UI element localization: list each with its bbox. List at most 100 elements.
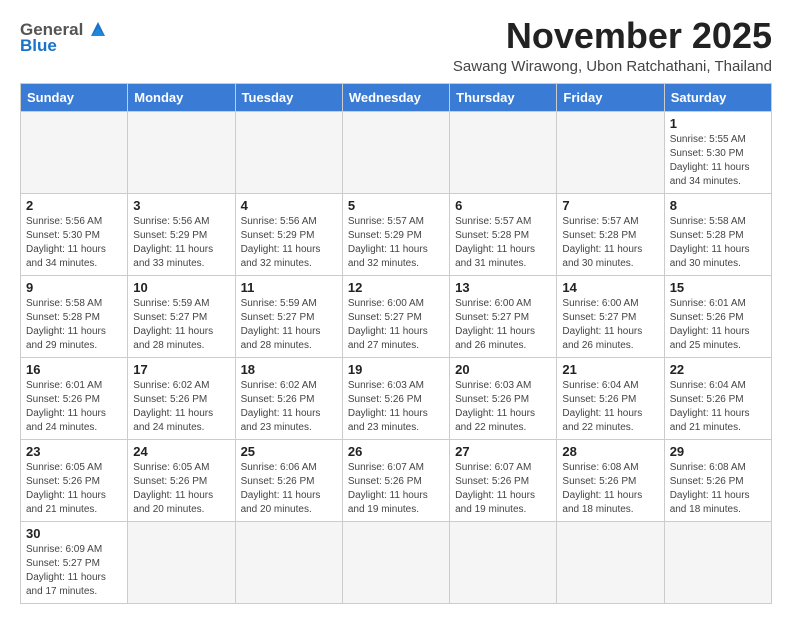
day-info: Sunrise: 5:56 AMSunset: 5:30 PMDaylight:…: [26, 215, 122, 271]
day-number: 4: [241, 198, 337, 213]
day-info: Sunrise: 6:07 AMSunset: 5:26 PMDaylight:…: [455, 461, 551, 517]
weekday-header-friday: Friday: [557, 83, 664, 111]
calendar-cell: [128, 111, 235, 193]
calendar-cell: 8Sunrise: 5:58 AMSunset: 5:28 PMDaylight…: [664, 193, 771, 275]
calendar-cell: 19 Sunrise: 6:03 AMSunset: 5:26 PMDayligh…: [342, 357, 449, 439]
day-number: 23: [26, 444, 122, 459]
calendar-cell: 22 Sunrise: 6:04 AMSunset: 5:26 PMDayligh…: [664, 357, 771, 439]
day-number: 19: [348, 362, 444, 377]
calendar-cell: 20Sunrise: 6:03 AMSunset: 5:26 PMDayligh…: [450, 357, 557, 439]
weekday-header-thursday: Thursday: [450, 83, 557, 111]
calendar-cell: [128, 521, 235, 603]
day-info: Sunrise: 6:08 AMSunset: 5:26 PMDaylight:…: [562, 461, 658, 517]
logo-area: General Blue: [20, 16, 130, 71]
weekday-header-sunday: Sunday: [21, 83, 128, 111]
day-info: Sunrise: 5:59 AMSunset: 5:27 PMDaylight:…: [133, 297, 229, 353]
day-number: 2: [26, 198, 122, 213]
calendar-table: SundayMondayTuesdayWednesdayThursdayFrid…: [20, 83, 772, 604]
day-number: 15: [670, 280, 766, 295]
day-info: Sunrise: 5:57 AMSunset: 5:28 PMDaylight:…: [562, 215, 658, 271]
day-number: 12: [348, 280, 444, 295]
day-info: Sunrise: 6:01 AMSunset: 5:26 PMDaylight:…: [670, 297, 766, 353]
calendar-cell: 16 Sunrise: 6:01 AMSunset: 5:26 PMDayligh…: [21, 357, 128, 439]
header: General Blue November 2025 Sawang Wirawo…: [20, 16, 772, 75]
day-info: Sunrise: 6:00 AMSunset: 5:27 PMDaylight:…: [455, 297, 551, 353]
day-info: Sunrise: 5:56 AMSunset: 5:29 PMDaylight:…: [241, 215, 337, 271]
day-info: Sunrise: 5:57 AMSunset: 5:29 PMDaylight:…: [348, 215, 444, 271]
calendar-cell: 29Sunrise: 6:08 AMSunset: 5:26 PMDayligh…: [664, 439, 771, 521]
day-number: 26: [348, 444, 444, 459]
day-number: 21: [562, 362, 658, 377]
calendar-week-row: 30 Sunrise: 6:09 AMSunset: 5:27 PMDayligh…: [21, 521, 772, 603]
day-number: 18: [241, 362, 337, 377]
weekday-header-tuesday: Tuesday: [235, 83, 342, 111]
day-number: 6: [455, 198, 551, 213]
day-info: Sunrise: 6:06 AMSunset: 5:26 PMDaylight:…: [241, 461, 337, 517]
calendar-cell: [450, 521, 557, 603]
calendar-cell: [557, 521, 664, 603]
day-number: 29: [670, 444, 766, 459]
day-info: Sunrise: 5:58 AMSunset: 5:28 PMDaylight:…: [670, 215, 766, 271]
subtitle: Sawang Wirawong, Ubon Ratchathani, Thail…: [453, 58, 772, 75]
calendar-cell: 18Sunrise: 6:02 AMSunset: 5:26 PMDayligh…: [235, 357, 342, 439]
calendar-cell: [235, 521, 342, 603]
day-number: 3: [133, 198, 229, 213]
weekday-header-row: SundayMondayTuesdayWednesdayThursdayFrid…: [21, 83, 772, 111]
day-info: Sunrise: 5:59 AMSunset: 5:27 PMDaylight:…: [241, 297, 337, 353]
calendar-cell: 13 Sunrise: 6:00 AMSunset: 5:27 PMDayligh…: [450, 275, 557, 357]
day-number: 5: [348, 198, 444, 213]
day-number: 14: [562, 280, 658, 295]
title-area: November 2025 Sawang Wirawong, Ubon Ratc…: [453, 16, 772, 75]
calendar-cell: 2 Sunrise: 5:56 AMSunset: 5:30 PMDaylight…: [21, 193, 128, 275]
day-info: Sunrise: 5:58 AMSunset: 5:28 PMDaylight:…: [26, 297, 122, 353]
day-info: Sunrise: 5:56 AMSunset: 5:29 PMDaylight:…: [133, 215, 229, 271]
day-number: 22: [670, 362, 766, 377]
calendar-cell: 15 Sunrise: 6:01 AMSunset: 5:26 PMDayligh…: [664, 275, 771, 357]
day-number: 11: [241, 280, 337, 295]
day-number: 13: [455, 280, 551, 295]
day-info: Sunrise: 6:04 AMSunset: 5:26 PMDaylight:…: [670, 379, 766, 435]
day-number: 10: [133, 280, 229, 295]
calendar-cell: [557, 111, 664, 193]
calendar-week-row: 23 Sunrise: 6:05 AMSunset: 5:26 PMDayligh…: [21, 439, 772, 521]
calendar-cell: [450, 111, 557, 193]
calendar-cell: 4 Sunrise: 5:56 AMSunset: 5:29 PMDaylight…: [235, 193, 342, 275]
calendar-week-row: 1Sunrise: 5:55 AMSunset: 5:30 PMDaylight…: [21, 111, 772, 193]
day-info: Sunrise: 6:05 AMSunset: 5:26 PMDaylight:…: [26, 461, 122, 517]
weekday-header-saturday: Saturday: [664, 83, 771, 111]
calendar-cell: [21, 111, 128, 193]
day-number: 9: [26, 280, 122, 295]
day-info: Sunrise: 6:03 AMSunset: 5:26 PMDaylight:…: [348, 379, 444, 435]
day-info: Sunrise: 5:57 AMSunset: 5:28 PMDaylight:…: [455, 215, 551, 271]
day-number: 25: [241, 444, 337, 459]
day-number: 1: [670, 116, 766, 131]
calendar-cell: 10 Sunrise: 5:59 AMSunset: 5:27 PMDayligh…: [128, 275, 235, 357]
calendar-cell: 11 Sunrise: 5:59 AMSunset: 5:27 PMDayligh…: [235, 275, 342, 357]
day-number: 30: [26, 526, 122, 541]
day-number: 7: [562, 198, 658, 213]
calendar-cell: 6 Sunrise: 5:57 AMSunset: 5:28 PMDaylight…: [450, 193, 557, 275]
weekday-header-wednesday: Wednesday: [342, 83, 449, 111]
day-number: 27: [455, 444, 551, 459]
calendar-week-row: 9 Sunrise: 5:58 AMSunset: 5:28 PMDaylight…: [21, 275, 772, 357]
calendar-cell: 3 Sunrise: 5:56 AMSunset: 5:29 PMDaylight…: [128, 193, 235, 275]
calendar-cell: 24Sunrise: 6:05 AMSunset: 5:26 PMDayligh…: [128, 439, 235, 521]
logo-container: General Blue: [20, 20, 109, 56]
logo-blue-text: Blue: [20, 36, 57, 56]
calendar-cell: 14Sunrise: 6:00 AMSunset: 5:27 PMDayligh…: [557, 275, 664, 357]
calendar-cell: [664, 521, 771, 603]
day-info: Sunrise: 6:09 AMSunset: 5:27 PMDaylight:…: [26, 543, 122, 599]
day-info: Sunrise: 6:00 AMSunset: 5:27 PMDaylight:…: [348, 297, 444, 353]
calendar-cell: 9 Sunrise: 5:58 AMSunset: 5:28 PMDaylight…: [21, 275, 128, 357]
day-number: 24: [133, 444, 229, 459]
calendar-cell: 1Sunrise: 5:55 AMSunset: 5:30 PMDaylight…: [664, 111, 771, 193]
calendar-cell: 21Sunrise: 6:04 AMSunset: 5:26 PMDayligh…: [557, 357, 664, 439]
day-info: Sunrise: 6:01 AMSunset: 5:26 PMDaylight:…: [26, 379, 122, 435]
calendar-cell: 12 Sunrise: 6:00 AMSunset: 5:27 PMDayligh…: [342, 275, 449, 357]
calendar-cell: 25 Sunrise: 6:06 AMSunset: 5:26 PMDayligh…: [235, 439, 342, 521]
day-number: 28: [562, 444, 658, 459]
month-title: November 2025: [453, 16, 772, 56]
calendar-cell: 17Sunrise: 6:02 AMSunset: 5:26 PMDayligh…: [128, 357, 235, 439]
day-number: 16: [26, 362, 122, 377]
calendar-cell: 27 Sunrise: 6:07 AMSunset: 5:26 PMDayligh…: [450, 439, 557, 521]
